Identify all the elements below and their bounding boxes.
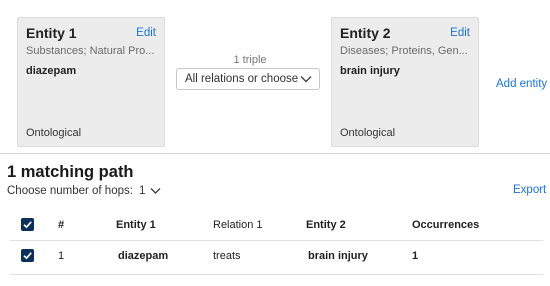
table-row[interactable]: 1 diazepam treats brain injury 1	[0, 249, 550, 269]
entity-1-card: Entity 1 Edit Substances; Natural Pro...…	[17, 17, 165, 147]
row-relation-1: treats	[213, 250, 241, 262]
section-divider	[0, 153, 550, 154]
relation-select-value: All relations or choose	[185, 73, 299, 85]
entity-2-title: Entity 2	[340, 25, 391, 41]
table-header-row: # Entity 1 Relation 1 Entity 2 Occurrenc…	[0, 218, 550, 238]
row-checkbox[interactable]	[21, 249, 34, 262]
entity-2-edit-link[interactable]: Edit	[450, 27, 470, 39]
chevron-down-icon	[300, 76, 312, 83]
row-number: 1	[58, 250, 65, 262]
entity-1-type: Ontological	[26, 127, 82, 139]
entity-2-card: Entity 2 Edit Diseases; Proteins, Gen...…	[331, 17, 479, 147]
column-header-number: #	[58, 219, 65, 231]
checkbox-checked-icon	[23, 252, 32, 260]
entity-2-name: brain injury	[340, 65, 400, 77]
checkbox-checked-icon	[23, 221, 32, 229]
column-header-entity-1: Entity 1	[116, 219, 156, 231]
select-all-checkbox[interactable]	[21, 218, 34, 231]
hops-label: Choose number of hops:	[7, 185, 133, 197]
row-occurrences: 1	[412, 250, 419, 262]
table-divider	[10, 240, 543, 241]
hops-value[interactable]: 1	[139, 185, 145, 197]
entity-2-categories: Diseases; Proteins, Gen...	[340, 45, 468, 57]
triple-count: 1 triple	[233, 54, 267, 66]
column-header-relation-1: Relation 1	[213, 219, 263, 231]
table-divider	[10, 274, 543, 275]
results-title: 1 matching path	[7, 163, 134, 181]
export-link[interactable]: Export	[513, 184, 546, 196]
column-header-entity-2: Entity 2	[306, 219, 346, 231]
entity-1-name: diazepam	[26, 65, 77, 77]
relation-select[interactable]: All relations or choose	[176, 68, 320, 90]
add-entity-link[interactable]: Add entity	[496, 78, 547, 90]
entity-2-type: Ontological	[340, 127, 396, 139]
hops-selector: Choose number of hops: 1	[7, 185, 161, 197]
row-entity-2: brain injury	[308, 250, 368, 262]
column-header-occurrences: Occurrences	[412, 219, 480, 231]
entity-1-edit-link[interactable]: Edit	[136, 27, 156, 39]
entity-1-categories: Substances; Natural Pro...	[26, 45, 155, 57]
chevron-down-icon[interactable]	[150, 187, 161, 195]
entity-1-title: Entity 1	[26, 25, 77, 41]
row-entity-1: diazepam	[118, 250, 169, 262]
